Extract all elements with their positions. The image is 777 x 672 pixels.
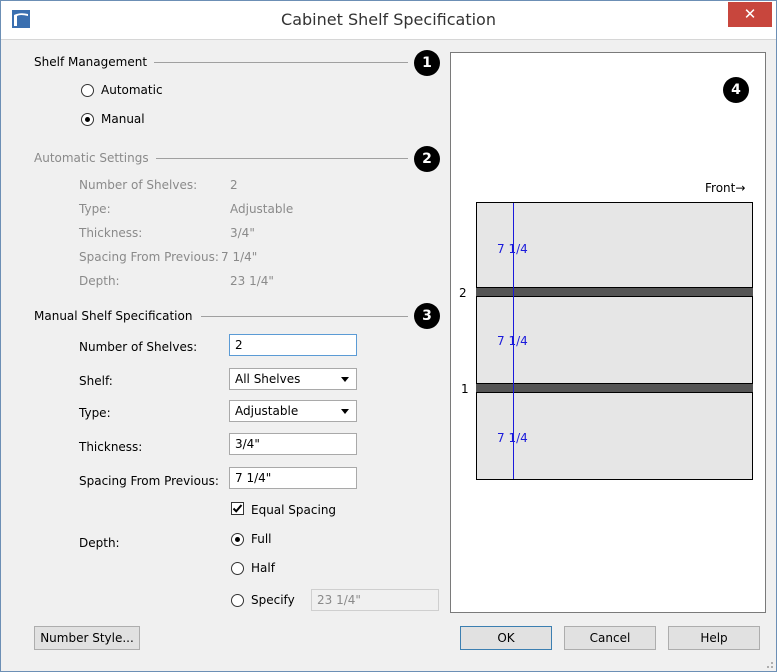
spacing-label: Spacing From Previous: xyxy=(79,474,219,488)
auto-setting-value: 7 1/4" xyxy=(221,250,258,264)
manual-spec-title: Manual Shelf Specification xyxy=(34,309,193,323)
equal-spacing-label[interactable]: Equal Spacing xyxy=(251,503,336,517)
spacing-dimension-label: 7 1/4 xyxy=(497,431,528,445)
thickness-input[interactable]: 3/4" xyxy=(229,433,357,455)
auto-setting-label: Depth: xyxy=(79,274,120,288)
type-select-value: Adjustable xyxy=(235,404,299,418)
section-divider xyxy=(156,158,408,159)
chevron-down-icon xyxy=(341,377,349,382)
automatic-radio[interactable] xyxy=(81,84,94,97)
arrow-right-icon: → xyxy=(735,181,746,195)
chevron-down-icon xyxy=(341,409,349,414)
auto-setting-label: Thickness: xyxy=(79,226,143,240)
callout-badge-1: 1 xyxy=(414,50,440,76)
front-label: Front→ xyxy=(705,181,746,195)
checkmark-icon xyxy=(232,504,243,513)
depth-full-label[interactable]: Full xyxy=(251,532,272,546)
type-select[interactable]: Adjustable xyxy=(229,400,357,422)
auto-setting-label: Number of Shelves: xyxy=(79,178,198,192)
auto-setting-value: 3/4" xyxy=(230,226,255,240)
depth-specify-radio[interactable] xyxy=(231,594,244,607)
spacing-dimension-label: 7 1/4 xyxy=(497,334,528,348)
depth-full-radio[interactable] xyxy=(231,533,244,546)
dialog-window: Cabinet Shelf Specification ✕ Shelf Mana… xyxy=(0,0,777,672)
depth-specify-input[interactable]: 23 1/4" xyxy=(311,589,439,611)
manual-label[interactable]: Manual xyxy=(101,112,145,126)
auto-setting-label: Type: xyxy=(79,202,111,216)
shelf-number-label: 1 xyxy=(461,382,469,396)
shelf-select[interactable]: All Shelves xyxy=(229,368,357,390)
title-bar: Cabinet Shelf Specification ✕ xyxy=(1,1,776,40)
auto-setting-label: Spacing From Previous: xyxy=(79,250,219,264)
help-button[interactable]: Help xyxy=(668,626,760,650)
window-title: Cabinet Shelf Specification xyxy=(281,10,496,29)
equal-spacing-checkbox[interactable] xyxy=(231,502,244,515)
automatic-label[interactable]: Automatic xyxy=(101,83,163,97)
ok-button[interactable]: OK xyxy=(460,626,552,650)
callout-badge-2: 2 xyxy=(414,146,440,172)
depth-specify-label[interactable]: Specify xyxy=(251,593,295,607)
spacing-dimension-label: 7 1/4 xyxy=(497,242,528,256)
spacing-input[interactable]: 7 1/4" xyxy=(229,467,357,489)
auto-setting-value: 23 1/4" xyxy=(230,274,274,288)
type-label: Type: xyxy=(79,406,111,420)
close-button[interactable]: ✕ xyxy=(728,2,772,27)
shelf-label: Shelf: xyxy=(79,374,113,388)
shelf-1 xyxy=(476,383,753,393)
shelf-number-label: 2 xyxy=(459,286,467,300)
automatic-settings-title: Automatic Settings xyxy=(34,151,149,165)
shelf-2 xyxy=(476,287,753,297)
depth-half-label[interactable]: Half xyxy=(251,561,275,575)
close-icon: ✕ xyxy=(743,5,757,23)
thickness-label: Thickness: xyxy=(79,440,143,454)
shelf-select-value: All Shelves xyxy=(235,372,301,386)
manual-radio[interactable] xyxy=(81,113,94,126)
callout-badge-3: 3 xyxy=(414,303,440,329)
section-divider xyxy=(154,62,408,63)
shelf-management-title: Shelf Management xyxy=(34,55,148,69)
number-of-shelves-input[interactable]: 2 xyxy=(229,334,357,356)
section-divider xyxy=(201,316,408,317)
shelf-preview-panel: 4 Front→ 2 1 7 1/4 7 1/4 7 1/4 xyxy=(450,52,766,613)
depth-label: Depth: xyxy=(79,536,120,550)
auto-setting-value: Adjustable xyxy=(230,202,294,216)
depth-half-radio[interactable] xyxy=(231,562,244,575)
number-of-shelves-label: Number of Shelves: xyxy=(79,340,198,354)
resize-grip-icon[interactable] xyxy=(764,659,774,669)
cancel-button[interactable]: Cancel xyxy=(564,626,656,650)
auto-setting-value: 2 xyxy=(230,178,238,192)
callout-badge-4: 4 xyxy=(723,77,749,103)
number-style-button[interactable]: Number Style... xyxy=(34,626,140,650)
